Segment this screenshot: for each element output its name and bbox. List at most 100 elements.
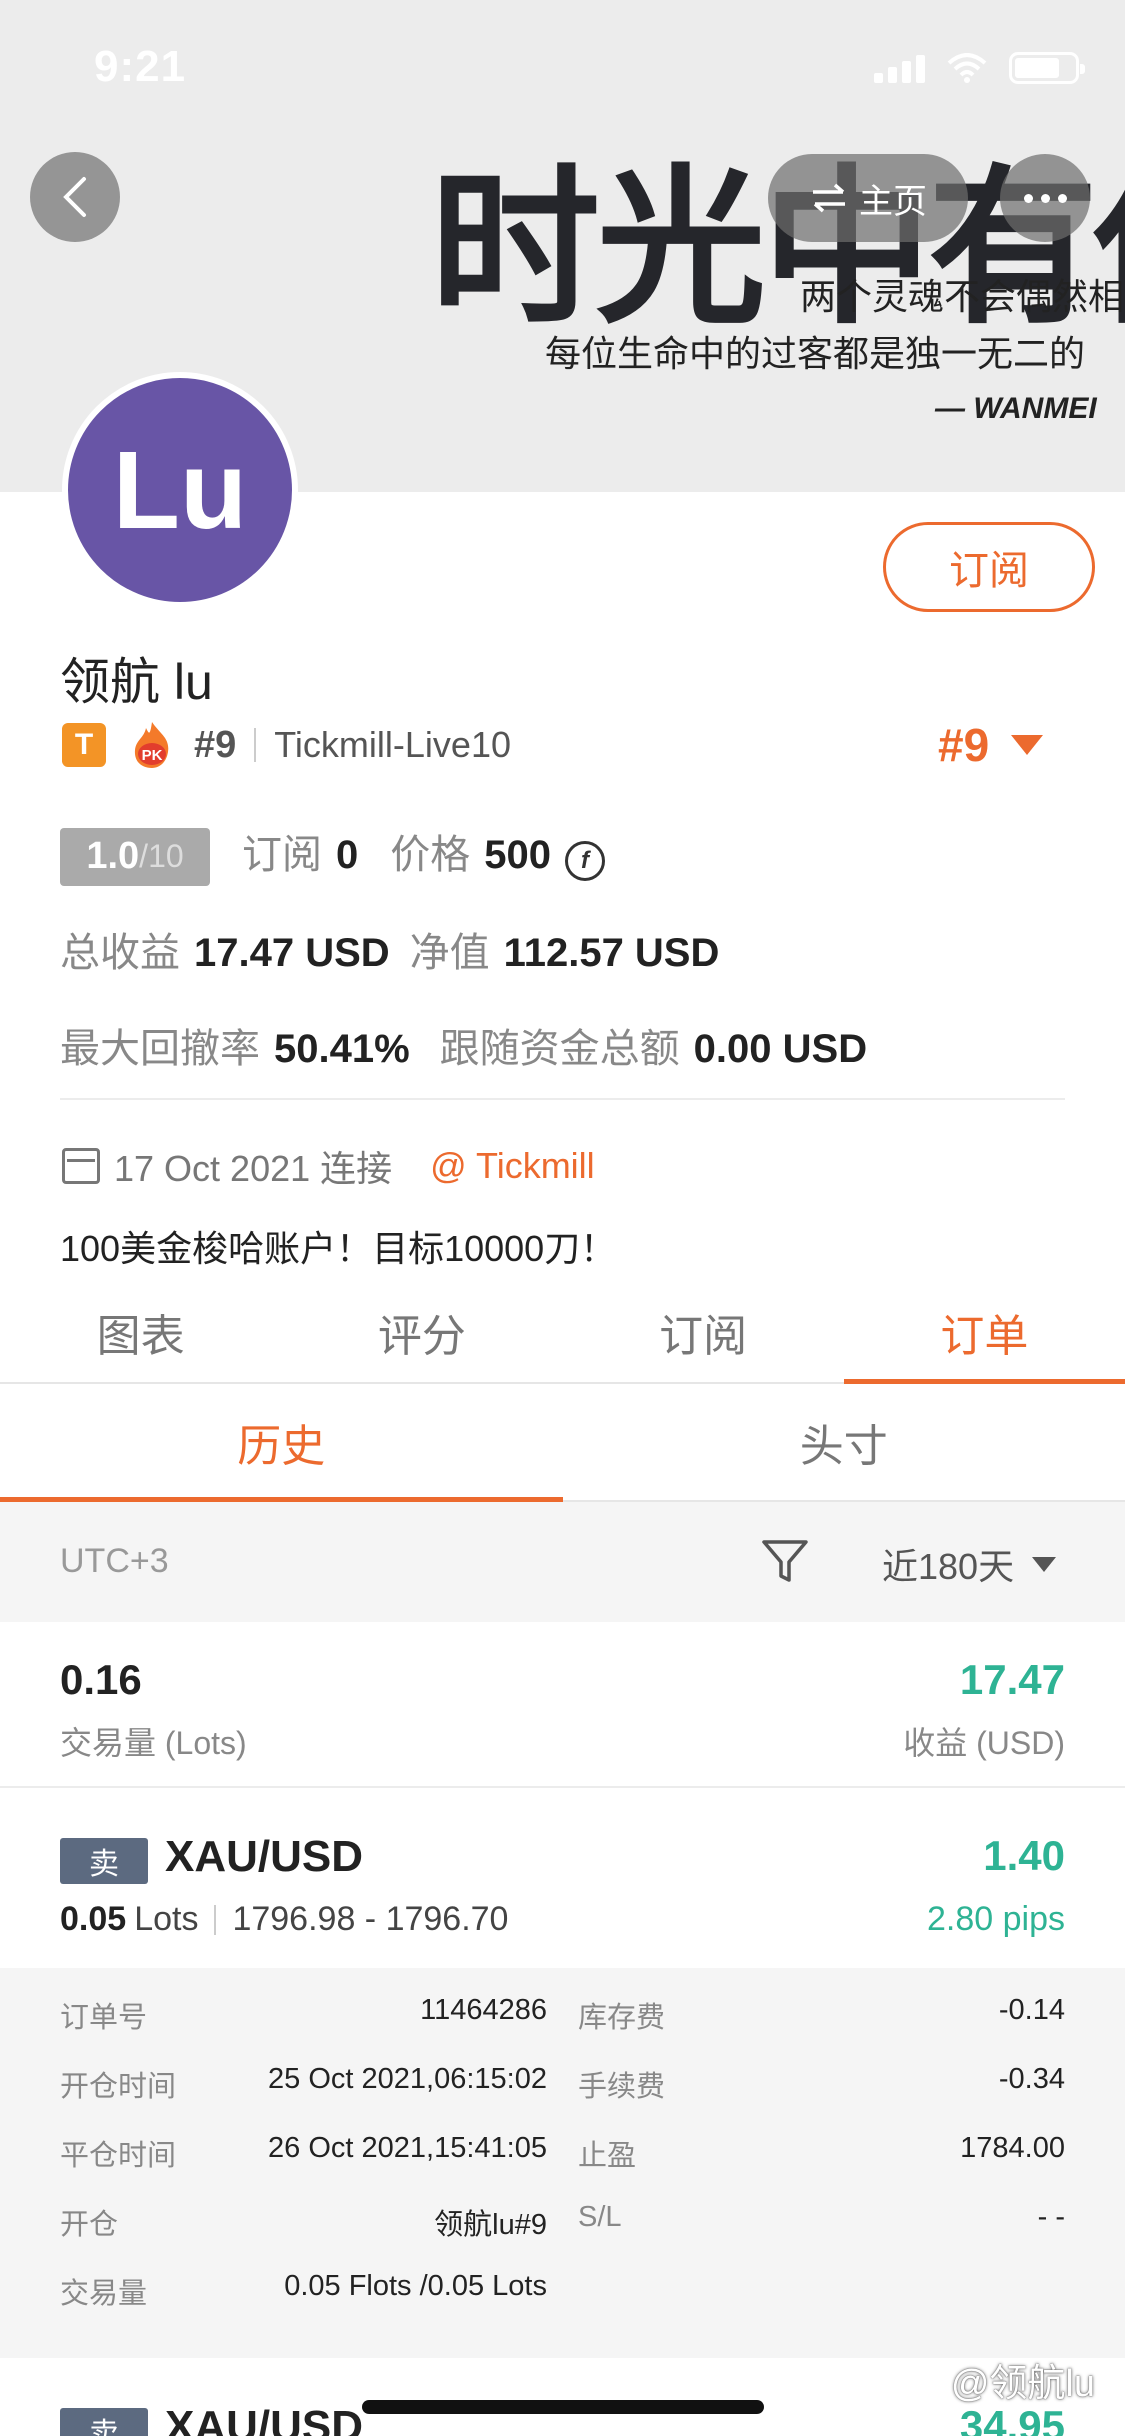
detail-row: 平仓时间 26 Oct 2021,15:41:05 止盈 1784.00	[0, 2132, 1125, 2172]
open-by-value: 领航lu#9	[434, 2209, 547, 2241]
order-side-badge: 卖	[60, 2408, 148, 2436]
total-profit-label: 总收益	[60, 931, 180, 975]
rank-dropdown-label: #9	[938, 719, 990, 771]
order-no-label: 订单号	[60, 2002, 148, 2034]
order-header[interactable]: 卖 XAU/USD 0.05 Lots 1796.98 - 1796.70 1.…	[0, 1788, 1125, 1968]
equity-label: 净值	[409, 931, 490, 975]
order-side-badge: 卖	[60, 1838, 148, 1884]
order-lots-unit: Lots	[134, 1900, 199, 1938]
close-time-value: 26 Oct 2021,15:41:05	[268, 2132, 547, 2164]
stop-loss-label: S/L	[578, 2201, 622, 2233]
period-label: 近180天	[882, 1546, 1015, 1587]
detail-row: 订单号 11464286 库存费 -0.14	[0, 1994, 1125, 2034]
detail-row: 开仓 领航lu#9 S/L - -	[0, 2201, 1125, 2241]
back-button[interactable]	[30, 152, 120, 242]
profile-name: 领航 lu	[60, 654, 213, 710]
home-button-label: 主页	[859, 182, 927, 221]
open-time-value: 25 Oct 2021,06:15:02	[268, 2063, 547, 2095]
pk-flame-icon: PK	[130, 720, 174, 770]
history-summary: 0.16 交易量 (Lots) 17.47 收益 (USD)	[0, 1622, 1125, 1788]
open-by-label: 开仓	[60, 2209, 119, 2241]
order-profit: 34.95	[959, 2402, 1065, 2436]
more-button[interactable]	[1000, 154, 1090, 242]
swap-arrows-icon	[813, 183, 845, 213]
account-description: 100美金梭哈账户！目标10000刀！	[60, 1228, 617, 1269]
order-symbol: XAU/USD	[165, 1832, 364, 1881]
profit-label: 收益 (USD)	[903, 1725, 1065, 1761]
swap-value: -0.14	[998, 1994, 1065, 2026]
divider	[254, 728, 257, 762]
detail-row: 交易量 0.05 Flots /0.05 Lots	[0, 2270, 1125, 2310]
order-pips: 2.80 pips	[927, 1900, 1065, 1938]
caret-down-icon	[1011, 735, 1044, 755]
tab-chart[interactable]: 图表	[0, 1282, 281, 1382]
timezone-label: UTC+3	[60, 1542, 169, 1580]
tab-history[interactable]: 历史	[0, 1384, 563, 1502]
subscribe-button[interactable]: 订阅	[883, 522, 1095, 612]
more-dot-icon	[1057, 193, 1067, 203]
order-price-range: 1796.98 - 1796.70	[232, 1900, 509, 1938]
open-time-label: 开仓时间	[60, 2071, 177, 2103]
connection-date: 17 Oct 2021 连接	[114, 1148, 393, 1189]
rank-dropdown[interactable]: #9	[938, 718, 1044, 772]
take-profit-label: 止盈	[578, 2140, 637, 2172]
detail-row: 开仓时间 25 Oct 2021,06:15:02 手续费 -0.34	[0, 2063, 1125, 2103]
profit-value: 17.47	[959, 1656, 1065, 1703]
price-value: 500	[484, 833, 551, 877]
battery-icon	[1009, 52, 1085, 84]
chevron-left-icon	[63, 177, 86, 217]
divider	[60, 1098, 1065, 1100]
filter-icon[interactable]	[760, 1538, 810, 1586]
status-time: 9:21	[94, 42, 187, 91]
volume-detail-label: 交易量	[60, 2278, 148, 2310]
pk-badge-text: PK	[142, 747, 163, 764]
home-indicator[interactable]	[362, 2400, 764, 2414]
status-icons	[874, 52, 1085, 84]
order-lots-line: 0.05 Lots 1796.98 - 1796.70	[60, 1900, 508, 1939]
period-dropdown[interactable]: 近180天	[882, 1538, 1057, 1590]
score-row: 1.0/10 订阅 0 价格 500 f	[60, 822, 605, 886]
coin-icon: f	[565, 841, 605, 881]
banner-art-line3: — WANMEI	[935, 392, 1097, 425]
watermark: @领航lu	[911, 2352, 1095, 2407]
score-denominator: /10	[139, 838, 184, 874]
score-value: 1.0	[86, 835, 140, 877]
tab-orders[interactable]: 订单	[843, 1282, 1125, 1384]
more-dot-icon	[1040, 193, 1050, 203]
volume-detail-value: 0.05 Flots /0.05 Lots	[284, 2270, 547, 2302]
caret-down-icon	[1032, 1556, 1057, 1572]
swap-label: 库存费	[578, 2002, 666, 2034]
rank-label: #9	[194, 723, 237, 766]
score-badge: 1.0/10	[60, 827, 210, 886]
follow-funds-value: 0.00 USD	[693, 1027, 868, 1071]
order-no-value: 11464286	[420, 1994, 547, 2026]
volume-summary: 0.16 交易量 (Lots)	[60, 1656, 247, 1764]
broker-link[interactable]: @ Tickmill	[430, 1145, 595, 1187]
equity-value: 112.57 USD	[503, 931, 720, 975]
tab-subscriptions[interactable]: 订阅	[563, 1282, 844, 1382]
volume-label: 交易量 (Lots)	[60, 1725, 247, 1761]
drawdown-value: 50.41%	[274, 1027, 410, 1071]
status-bar: 9:21	[0, 0, 1125, 140]
take-profit-value: 1784.00	[960, 2132, 1065, 2164]
tab-rating[interactable]: 评分	[281, 1282, 562, 1382]
price-label: 价格	[390, 833, 471, 877]
avatar[interactable]: Lu	[62, 372, 298, 608]
badge-row: T PK #9 Tickmill-Live10	[62, 720, 511, 770]
volume-value: 0.16	[60, 1656, 142, 1703]
follow-funds-label: 跟随资金总额	[439, 1027, 680, 1071]
home-button[interactable]: 主页	[768, 154, 968, 242]
tab-positions[interactable]: 头寸	[563, 1384, 1125, 1500]
order-profit: 1.40	[983, 1832, 1065, 1879]
divider	[214, 1904, 217, 1935]
wifi-icon	[947, 53, 987, 83]
order-item[interactable]: 卖 XAU/USD 0.05 Lots 1796.98 - 1796.70 1.…	[0, 1788, 1125, 2358]
weibo-logo-icon	[911, 2367, 944, 2393]
fee-label: 手续费	[578, 2071, 666, 2103]
profit-summary: 17.47 收益 (USD)	[903, 1656, 1065, 1764]
broker-server: Tickmill-Live10	[274, 724, 511, 765]
subscriptions-value: 0	[336, 833, 359, 877]
t-badge-icon: T	[62, 723, 106, 767]
connection-info: 17 Oct 2021 连接 @ Tickmill	[62, 1140, 595, 1192]
signal-icon	[874, 53, 925, 83]
